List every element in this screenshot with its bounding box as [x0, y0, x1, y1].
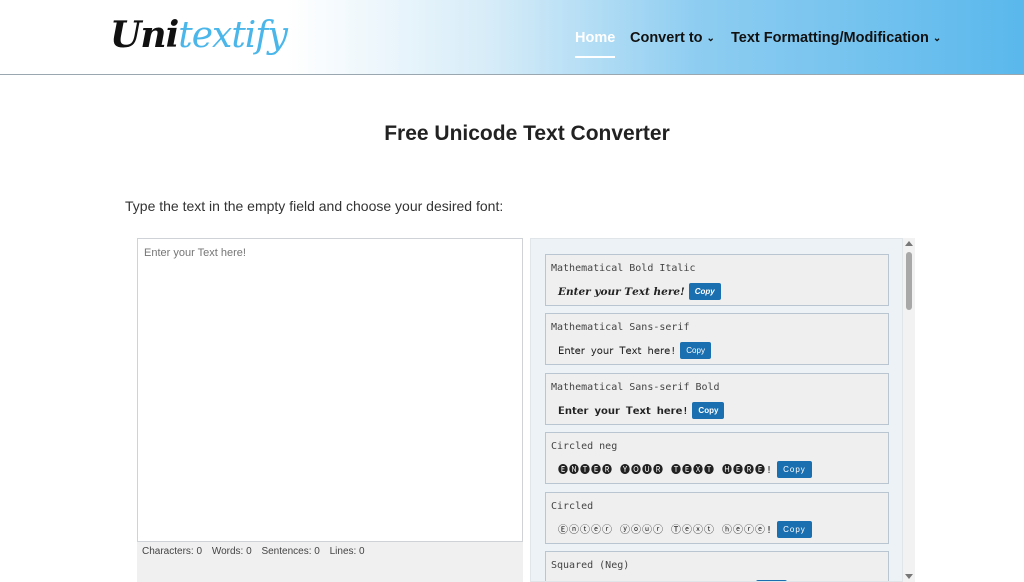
font-preview: 𝗘𝗻𝘁𝗲𝗿 𝘆𝗼𝘂𝗿 𝗧𝗲𝘅𝘁 𝗵𝗲𝗿𝗲! Copy — [558, 402, 725, 419]
scroll-down-arrow-icon[interactable] — [905, 574, 913, 579]
font-preview-text: 🅔🅝🅣🅔🅡 🅨🅞🅤🅡 🅣🅔🅧🅣 🅗🅔🅡🅔! — [558, 465, 774, 476]
font-result-card: Circled neg 🅔🅝🅣🅔🅡 🅨🅞🅤🅡 🅣🅔🅧🅣 🅗🅔🅡🅔! Copy — [545, 432, 889, 484]
font-result-card: Squared (Neg) 🅴🅽🆃🅴🆁 🆈🅾🆄🆁 🆃🅴🆇🆃 🅷🅴🆁🅴!Copy — [545, 551, 889, 581]
font-results-panel[interactable]: Mathematical Bold Italic 𝑬𝒏𝒕𝒆𝒓 𝒚𝒐𝒖𝒓 𝑻𝒆𝒙𝒕… — [530, 238, 903, 582]
font-result-card: Circled Ⓔⓝⓣⓔⓡ ⓨⓞⓤⓡ Ⓣⓔⓧⓣ ⓗⓔⓡⓔ! Copy — [545, 492, 889, 544]
nav-home[interactable]: Home — [575, 30, 616, 58]
word-count: Words: 0 — [211, 546, 252, 557]
results-scrollbar[interactable] — [903, 238, 915, 582]
scroll-up-arrow-icon[interactable] — [905, 241, 913, 246]
nav-text-formatting-label: Text Formatting/Modification — [731, 30, 929, 46]
font-preview-text: 𝖤𝗇𝗍𝖾𝗋 𝗒𝗈𝗎𝗋 𝖳𝖾𝗑𝗍 𝗁𝖾𝗋𝖾! — [558, 346, 677, 357]
font-preview-text: 𝗘𝗻𝘁𝗲𝗿 𝘆𝗼𝘂𝗿 𝗧𝗲𝘅𝘁 𝗵𝗲𝗿𝗲! — [558, 406, 689, 417]
scroll-thumb[interactable] — [906, 252, 912, 310]
sentence-count: Sentences: 0 — [261, 546, 320, 557]
line-count: Lines: 0 — [329, 546, 365, 557]
font-preview: 𝑬𝒏𝒕𝒆𝒓 𝒚𝒐𝒖𝒓 𝑻𝒆𝒙𝒕 𝒉𝒆𝒓𝒆! Copy — [558, 283, 721, 300]
font-name: Circled — [551, 501, 594, 512]
text-stats-bar: Characters: 0 Words: 0 Sentences: 0 Line… — [137, 542, 523, 582]
nav-convert-to-label: Convert to — [630, 30, 703, 46]
font-result-card: Mathematical Sans-serif 𝖤𝗇𝗍𝖾𝗋 𝗒𝗈𝗎𝗋 𝖳𝖾𝗑𝗍 … — [545, 313, 889, 365]
font-result-card: Mathematical Sans-serif Bold 𝗘𝗻𝘁𝗲𝗿 𝘆𝗼𝘂𝗿 … — [545, 373, 889, 425]
nav-text-formatting[interactable]: Text Formatting/Modification ⌄ — [731, 30, 941, 46]
main-nav: Home Convert to ⌄ Text Formatting/Modific… — [0, 30, 1024, 60]
font-result-card: Mathematical Bold Italic 𝑬𝒏𝒕𝒆𝒓 𝒚𝒐𝒖𝒓 𝑻𝒆𝒙𝒕… — [545, 254, 889, 306]
font-name: Mathematical Bold Italic — [551, 263, 696, 274]
site-header: Unitextify Home Convert to ⌄ Text Formatt… — [0, 0, 1024, 75]
font-preview: 🅔🅝🅣🅔🅡 🅨🅞🅤🅡 🅣🅔🅧🅣 🅗🅔🅡🅔! Copy — [558, 461, 812, 478]
font-name: Mathematical Sans-serif — [551, 322, 690, 333]
chevron-down-icon: ⌄ — [932, 33, 942, 44]
copy-button[interactable]: Copy — [777, 521, 812, 538]
nav-convert-to[interactable]: Convert to ⌄ — [630, 30, 715, 46]
font-preview: Ⓔⓝⓣⓔⓡ ⓨⓞⓤⓡ Ⓣⓔⓧⓣ ⓗⓔⓡⓔ! Copy — [558, 521, 812, 538]
font-name: Circled neg — [551, 441, 618, 452]
instruction-text: Type the text in the empty field and cho… — [125, 198, 504, 214]
copy-button[interactable]: Copy — [777, 461, 812, 478]
font-name: Mathematical Sans-serif Bold — [551, 382, 720, 393]
copy-button[interactable]: Copy — [688, 283, 721, 300]
font-preview-text: Ⓔⓝⓣⓔⓡ ⓨⓞⓤⓡ Ⓣⓔⓧⓣ ⓗⓔⓡⓔ! — [558, 525, 774, 536]
font-name: Squared (Neg) — [551, 560, 630, 571]
font-preview-text: 𝑬𝒏𝒕𝒆𝒓 𝒚𝒐𝒖𝒓 𝑻𝒆𝒙𝒕 𝒉𝒆𝒓𝒆! — [558, 286, 685, 298]
chevron-down-icon: ⌄ — [706, 33, 715, 44]
text-input[interactable] — [138, 239, 522, 541]
font-preview: 𝖤𝗇𝗍𝖾𝗋 𝗒𝗈𝗎𝗋 𝖳𝖾𝗑𝗍 𝗁𝖾𝗋𝖾! Copy — [558, 342, 711, 359]
copy-button[interactable]: Copy — [692, 402, 725, 419]
page-title: Free Unicode Text Converter — [384, 122, 670, 145]
text-input-container — [137, 238, 523, 542]
copy-button[interactable]: Copy — [680, 342, 711, 359]
character-count: Characters: 0 — [142, 546, 203, 557]
